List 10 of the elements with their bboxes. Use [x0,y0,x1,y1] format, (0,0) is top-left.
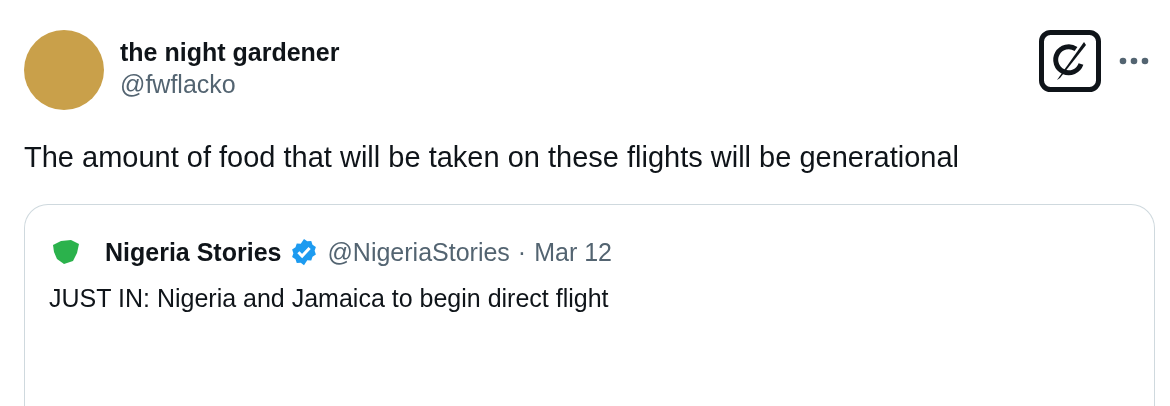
author-handle[interactable]: @fwflacko [120,68,1023,100]
more-options-icon[interactable] [1119,57,1149,65]
author-name[interactable]: the night gardener [120,36,1023,68]
quoted-tweet-card[interactable]: Nigeria Stories @NigeriaStories · Mar 12 JUST IN: Nigeria and Jamaica to begin direct flight [24,204,1155,406]
quoted-tweet-text: JUST IN: Nigeria and Jamaica to begin direct flight [49,283,610,314]
quoted-author-handle[interactable]: @NigeriaStories [327,235,510,269]
quoted-author-name[interactable]: Nigeria Stories [105,235,282,269]
separator-dot: · [517,237,527,268]
quoted-tweet-date[interactable]: Mar 12 [534,235,612,269]
tweet-text: The amount of food that will be taken on these flights will be generational [24,140,961,175]
